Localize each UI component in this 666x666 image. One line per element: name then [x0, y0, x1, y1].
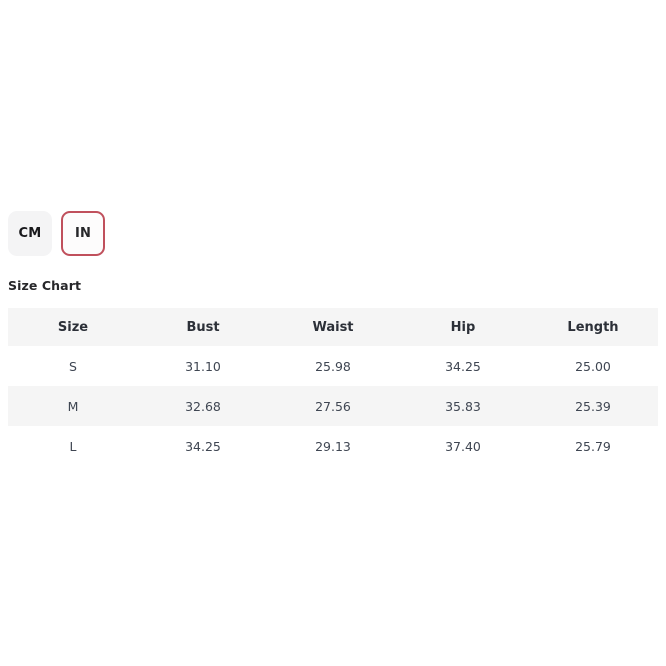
table-row: L 34.25 29.13 37.40 25.79 — [8, 426, 658, 466]
cell-waist: 27.56 — [268, 386, 398, 426]
size-chart-page: CM IN Size Chart Size Bust Waist Hip Len… — [0, 0, 666, 666]
column-header-size: Size — [8, 308, 138, 346]
unit-toggle-cm-label: CM — [18, 226, 42, 241]
size-chart-table-wrapper: Size Bust Waist Hip Length S 31.10 25.98… — [8, 308, 658, 466]
cell-length: 25.00 — [528, 346, 658, 386]
cell-hip: 34.25 — [398, 346, 528, 386]
cell-hip: 37.40 — [398, 426, 528, 466]
table-header-row: Size Bust Waist Hip Length — [8, 308, 658, 346]
cell-bust: 32.68 — [138, 386, 268, 426]
size-chart-table: Size Bust Waist Hip Length S 31.10 25.98… — [8, 308, 658, 466]
cell-size: S — [8, 346, 138, 386]
column-header-length: Length — [528, 308, 658, 346]
cell-bust: 34.25 — [138, 426, 268, 466]
unit-toggle-in-label: IN — [74, 226, 92, 241]
unit-toggle-in[interactable]: IN — [61, 211, 105, 256]
column-header-bust: Bust — [138, 308, 268, 346]
cell-waist: 29.13 — [268, 426, 398, 466]
cell-size: L — [8, 426, 138, 466]
cell-length: 25.79 — [528, 426, 658, 466]
table-header: Size Bust Waist Hip Length — [8, 308, 658, 346]
cell-size: M — [8, 386, 138, 426]
table-row: M 32.68 27.56 35.83 25.39 — [8, 386, 658, 426]
table-body: S 31.10 25.98 34.25 25.00 M 32.68 27.56 … — [8, 346, 658, 466]
column-header-hip: Hip — [398, 308, 528, 346]
cell-hip: 35.83 — [398, 386, 528, 426]
size-chart-title: Size Chart — [8, 278, 82, 293]
table-row: S 31.10 25.98 34.25 25.00 — [8, 346, 658, 386]
unit-toggle-group: CM IN — [8, 211, 105, 256]
column-header-waist: Waist — [268, 308, 398, 346]
cell-bust: 31.10 — [138, 346, 268, 386]
cell-length: 25.39 — [528, 386, 658, 426]
unit-toggle-cm[interactable]: CM — [8, 211, 52, 256]
cell-waist: 25.98 — [268, 346, 398, 386]
